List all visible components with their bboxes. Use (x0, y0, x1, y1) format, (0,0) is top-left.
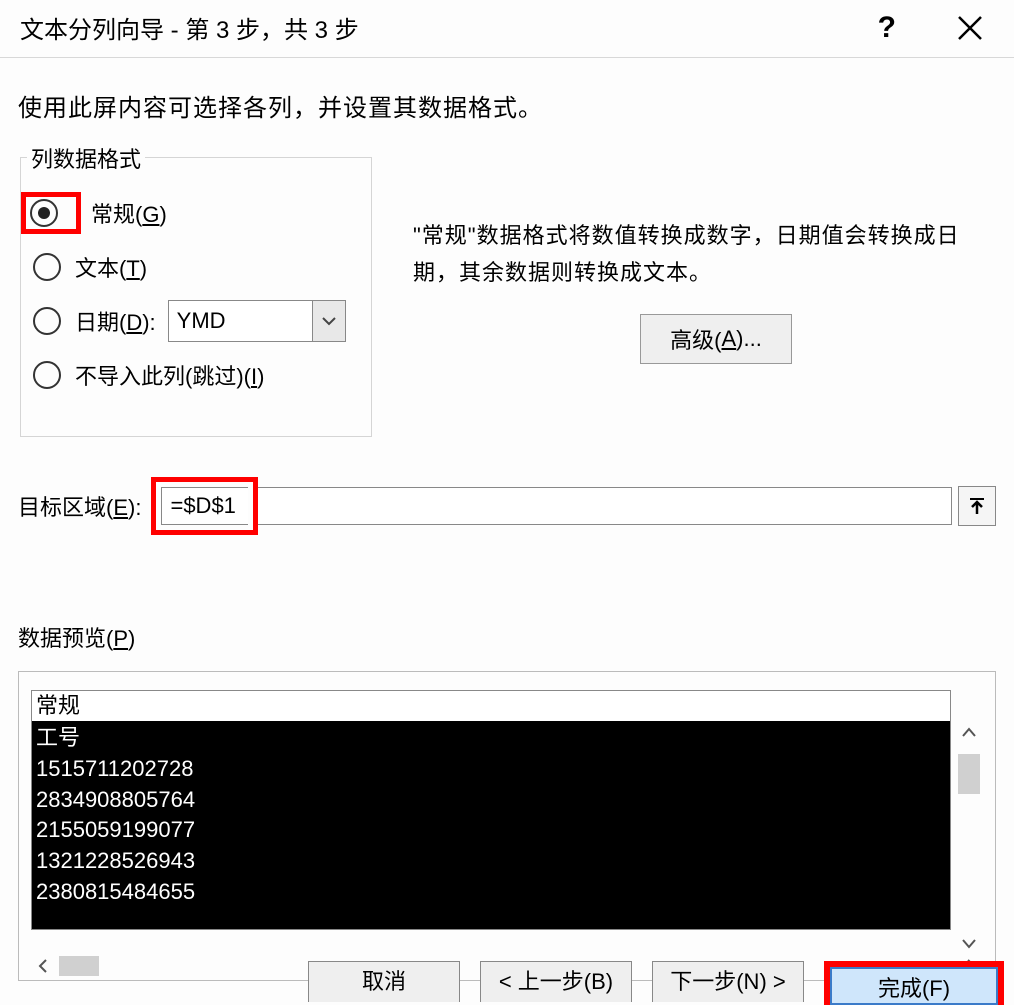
radio-general[interactable] (30, 199, 58, 227)
back-button[interactable]: < 上一步(B) (480, 961, 632, 1002)
radio-text-row[interactable]: 文本(T) (21, 240, 371, 294)
help-icon[interactable]: ? (878, 11, 896, 45)
radio-general-row[interactable]: 常规(G) (21, 186, 371, 240)
destination-input[interactable]: =$D$1 (161, 487, 248, 525)
radio-date-label: 日期(D): (75, 305, 156, 337)
cancel-button[interactable]: 取消 (308, 961, 460, 1002)
scroll-down-icon[interactable] (957, 932, 981, 956)
finish-button[interactable]: 完成(F) (830, 967, 998, 1005)
preview-label: 数据预览(P) (18, 621, 996, 653)
preview-column-header[interactable]: 常规 (32, 691, 950, 721)
vertical-scrollbar[interactable] (955, 720, 983, 956)
window-controls: ? (878, 11, 994, 45)
column-format-group: 列数据格式 常规(G) 文本(T) 日期(D): YMD (20, 157, 372, 437)
preview-grid: 常规 工号 1515711202728 2834908805764 215505… (31, 690, 951, 930)
radio-skip-row[interactable]: 不导入此列(跳过)(I) (21, 348, 371, 402)
close-icon[interactable] (956, 14, 984, 42)
format-description: "常规"数据格式将数值转换成数字，日期值会转换成日期，其余数据则转换成文本。 (413, 217, 1003, 292)
radio-skip[interactable] (33, 361, 61, 389)
preview-section: 数据预览(P) 常规 工号 1515711202728 283490880576… (18, 621, 996, 981)
preview-frame: 常规 工号 1515711202728 2834908805764 215505… (18, 671, 996, 981)
dialog-button-row: 取消 < 上一步(B) 下一步(N) > 完成(F) (0, 961, 1014, 999)
date-format-combo[interactable]: YMD (168, 300, 346, 342)
dialog-title: 文本分列向导 - 第 3 步，共 3 步 (20, 10, 359, 45)
radio-date[interactable] (33, 307, 61, 335)
destination-input-rest[interactable] (253, 487, 952, 525)
instruction-text: 使用此屏内容可选择各列，并设置其数据格式。 (18, 88, 996, 123)
advanced-button[interactable]: 高级(A)... (640, 314, 792, 364)
dialog-body: 使用此屏内容可选择各列，并设置其数据格式。 列数据格式 常规(G) 文本(T) … (0, 58, 1014, 981)
highlight-destination: =$D$1 (151, 477, 258, 535)
scroll-up-icon[interactable] (957, 720, 981, 744)
destination-label: 目标区域(E): (18, 490, 141, 522)
radio-general-label: 常规(G) (91, 197, 167, 229)
preview-data: 工号 1515711202728 2834908805764 215505919… (32, 721, 950, 929)
chevron-down-icon[interactable] (312, 301, 345, 341)
group-title: 列数据格式 (27, 142, 145, 174)
radio-text[interactable] (33, 253, 61, 281)
range-picker-icon[interactable] (958, 486, 996, 526)
radio-date-row[interactable]: 日期(D): YMD (21, 294, 371, 348)
destination-input-wrap: =$D$1 (151, 477, 996, 535)
next-button[interactable]: 下一步(N) > (652, 961, 804, 1002)
finish-button-highlight: 完成(F) (824, 961, 1004, 1005)
date-format-value: YMD (169, 301, 312, 341)
destination-row: 目标区域(E): =$D$1 (18, 477, 996, 535)
title-bar: 文本分列向导 - 第 3 步，共 3 步 ? (0, 0, 1014, 58)
radio-text-label: 文本(T) (75, 251, 147, 283)
highlight-general (21, 192, 81, 234)
radio-skip-label: 不导入此列(跳过)(I) (75, 359, 264, 391)
scroll-thumb-vertical[interactable] (958, 754, 980, 794)
